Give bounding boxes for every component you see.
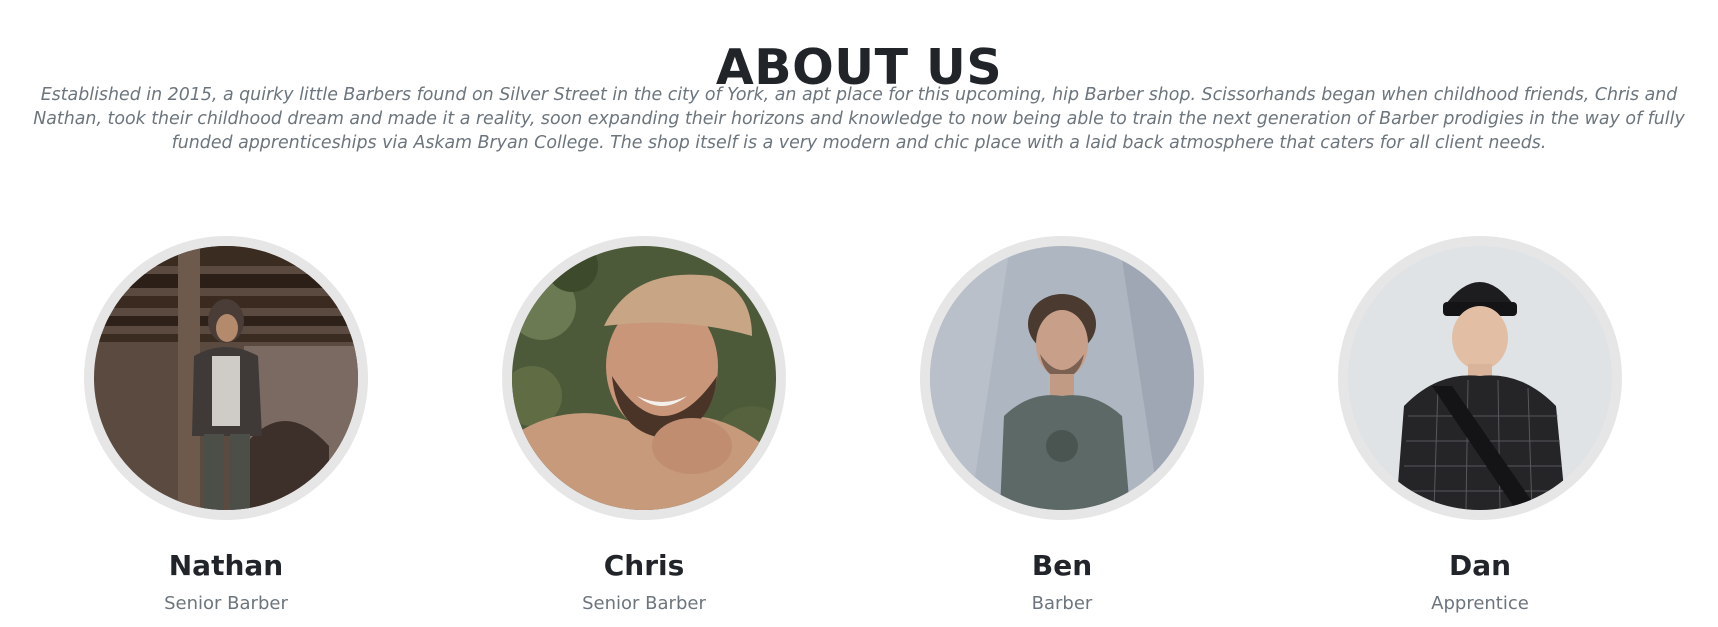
team-member-ben: Ben Barber bbox=[917, 236, 1207, 626]
team-list: Nathan Senior Barber Chris Senior Barber… bbox=[0, 0, 1718, 627]
team-member-chris: Chris Senior Barber bbox=[499, 236, 789, 626]
team-member-nathan: Nathan Senior Barber bbox=[81, 236, 371, 626]
photo-frame bbox=[920, 236, 1204, 520]
portrait-photo bbox=[1348, 246, 1612, 510]
portrait-photo bbox=[512, 246, 776, 510]
photo-frame bbox=[1338, 236, 1622, 520]
team-member-dan: Dan Apprentice bbox=[1335, 236, 1625, 626]
about-us-section: ABOUT US Established in 2015, a quirky l… bbox=[0, 0, 1718, 627]
member-name: Dan bbox=[1448, 549, 1512, 582]
member-role: Barber bbox=[1031, 593, 1093, 614]
portrait-photo bbox=[930, 246, 1194, 510]
member-role: Senior Barber bbox=[582, 593, 706, 614]
photo-frame bbox=[84, 236, 368, 520]
member-name: Ben bbox=[1031, 549, 1093, 582]
portrait-photo bbox=[94, 246, 358, 510]
member-name: Nathan bbox=[168, 549, 284, 582]
member-role: Senior Barber bbox=[164, 593, 288, 614]
photo-frame bbox=[502, 236, 786, 520]
member-name: Chris bbox=[603, 549, 685, 582]
member-role: Apprentice bbox=[1431, 593, 1529, 614]
